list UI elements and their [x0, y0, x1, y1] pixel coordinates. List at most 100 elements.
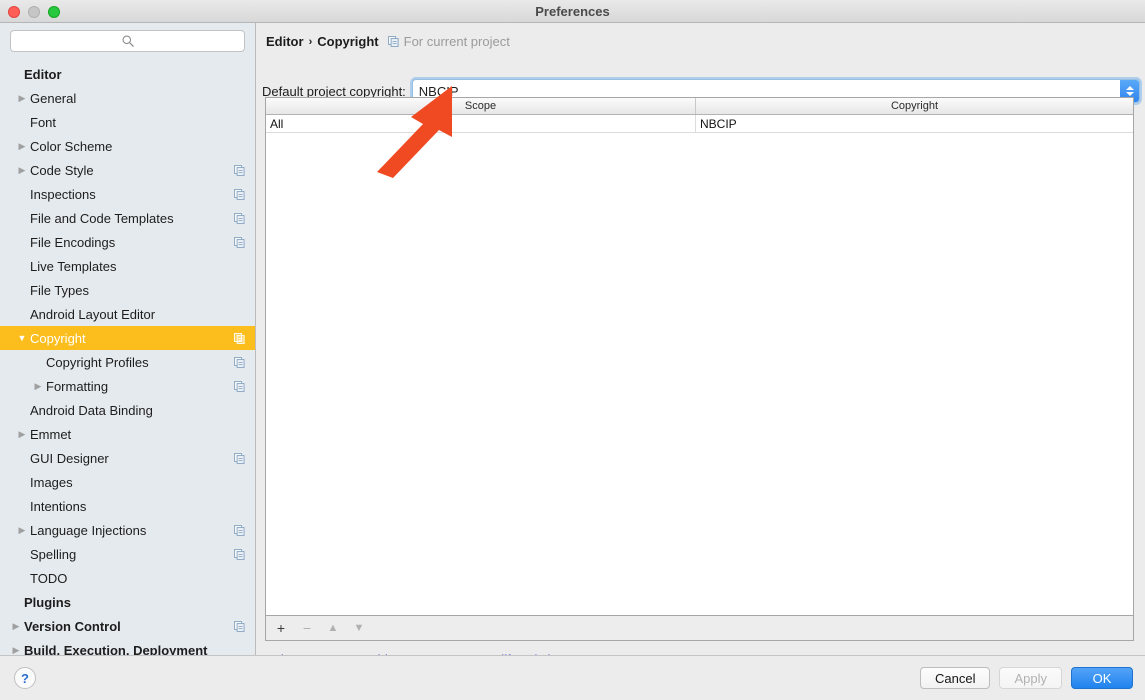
sidebar-item-live-templates[interactable]: Live Templates: [0, 254, 255, 278]
chevron-right-icon[interactable]: ▶: [14, 429, 30, 440]
sidebar-item-label: Images: [30, 474, 73, 490]
chevron-right-icon[interactable]: ▶: [8, 645, 24, 656]
sidebar-item-label: Inspections: [30, 186, 96, 202]
breadcrumb: Editor › Copyright For current project: [266, 34, 510, 49]
sidebar-item-label: Plugins: [24, 594, 71, 610]
sidebar-item-android-data-binding[interactable]: Android Data Binding: [0, 398, 255, 422]
preferences-window: Preferences Editor ▶ General Font ▶ Color Sch…: [0, 0, 1145, 700]
sidebar-item-label: TODO: [30, 570, 68, 586]
sidebar-item-version-control[interactable]: ▶ Version Control: [0, 614, 255, 638]
chevron-right-icon[interactable]: ▶: [14, 525, 30, 536]
sidebar-item-file-encodings[interactable]: File Encodings: [0, 230, 255, 254]
sidebar-item-label: File and Code Templates: [30, 210, 174, 226]
sidebar-item-build-execution-deployment[interactable]: ▶ Build, Execution, Deployment: [0, 638, 255, 656]
chevron-right-icon[interactable]: ▶: [8, 621, 24, 632]
chevron-right-icon[interactable]: ▶: [14, 93, 30, 104]
window-titlebar: Preferences: [0, 0, 1145, 23]
sidebar-item-label: Font: [30, 114, 57, 130]
sidebar-item-spelling[interactable]: Spelling: [0, 542, 255, 566]
copy-scope-icon: [234, 524, 245, 536]
sidebar-item-file-types[interactable]: File Types: [0, 278, 255, 302]
copy-scope-icon: [234, 548, 245, 560]
remove-scope-button[interactable]: −: [300, 621, 314, 635]
settings-sidebar: Editor ▶ General Font ▶ Color Scheme ▶ Code Sty…: [0, 23, 256, 655]
copy-scope-icon: [234, 236, 245, 248]
ok-button[interactable]: OK: [1071, 667, 1133, 689]
sidebar-item-file-and-code-templates[interactable]: File and Code Templates: [0, 206, 255, 230]
copy-scope-icon: [234, 620, 245, 632]
dialog-footer: ? Cancel Apply OK: [0, 655, 1145, 700]
chevron-down-icon[interactable]: ▼: [14, 333, 30, 343]
cell-copyright[interactable]: NBCIP: [696, 115, 1133, 132]
breadcrumb-note: For current project: [403, 34, 510, 49]
chevron-right-icon[interactable]: ▶: [30, 381, 46, 392]
sidebar-item-copyright[interactable]: ▼ Copyright: [0, 326, 255, 350]
sidebar-item-images[interactable]: Images: [0, 470, 255, 494]
move-down-button[interactable]: ▼: [352, 622, 366, 634]
sidebar-item-label: Language Injections: [30, 522, 147, 538]
sidebar-item-label: Build, Execution, Deployment: [24, 642, 208, 656]
copyright-settings-pane: Editor › Copyright For current project D…: [257, 23, 1145, 667]
sidebar-item-label: Android Data Binding: [30, 402, 153, 418]
sidebar-item-formatting[interactable]: ▶ Formatting: [0, 374, 255, 398]
sidebar-item-inspections[interactable]: Inspections: [0, 182, 255, 206]
sidebar-item-label: Emmet: [30, 426, 72, 442]
sidebar-item-editor[interactable]: Editor: [0, 62, 255, 86]
window-title: Preferences: [535, 4, 610, 19]
sidebar-item-label: Color Scheme: [30, 138, 113, 154]
sidebar-item-general[interactable]: ▶ General: [0, 86, 255, 110]
sidebar-item-label: File Types: [30, 282, 90, 298]
scopes-table-toolbar: + − ▲ ▼: [265, 616, 1134, 641]
table-row[interactable]: All NBCIP: [266, 115, 1133, 133]
cell-scope[interactable]: All: [266, 115, 696, 132]
sidebar-item-label: Code Style: [30, 162, 94, 178]
copy-scope-icon: [234, 188, 245, 200]
apply-button[interactable]: Apply: [999, 667, 1062, 689]
sidebar-item-label: Android Layout Editor: [30, 306, 156, 322]
copy-scope-icon: [234, 164, 245, 176]
chevron-right-icon[interactable]: ▶: [14, 165, 30, 176]
sidebar-item-label: Intentions: [30, 498, 87, 514]
chevron-right-icon[interactable]: ▶: [14, 141, 30, 152]
sidebar-item-label: Copyright: [30, 330, 86, 346]
sidebar-item-intentions[interactable]: Intentions: [0, 494, 255, 518]
table-body: All NBCIP: [266, 115, 1133, 133]
sidebar-item-copyright-profiles[interactable]: Copyright Profiles: [0, 350, 255, 374]
copy-scope-icon: [234, 332, 245, 344]
scopes-table[interactable]: Scope Copyright All NBCIP: [265, 97, 1134, 616]
sidebar-item-label: File Encodings: [30, 234, 116, 250]
move-up-button[interactable]: ▲: [326, 622, 340, 634]
sidebar-item-label: GUI Designer: [30, 450, 109, 466]
copy-scope-icon: [234, 356, 245, 368]
search-field[interactable]: [10, 30, 245, 52]
search-container: [0, 23, 255, 58]
sidebar-item-todo[interactable]: TODO: [0, 566, 255, 590]
table-header-row: Scope Copyright: [266, 98, 1133, 115]
sidebar-item-label: Editor: [24, 66, 62, 82]
sidebar-item-label: Copyright Profiles: [46, 354, 149, 370]
sidebar-item-label: Live Templates: [30, 258, 117, 274]
copy-scope-icon: [234, 212, 245, 224]
settings-tree: Editor ▶ General Font ▶ Color Scheme ▶ Code Sty…: [0, 58, 255, 655]
cancel-button[interactable]: Cancel: [920, 667, 991, 689]
sidebar-item-gui-designer[interactable]: GUI Designer: [0, 446, 255, 470]
copy-scope-icon: [234, 380, 245, 392]
sidebar-item-code-style[interactable]: ▶ Code Style: [0, 158, 255, 182]
sidebar-item-font[interactable]: Font: [0, 110, 255, 134]
sidebar-item-plugins[interactable]: Plugins: [0, 590, 255, 614]
copy-scope-icon: [387, 36, 399, 47]
sidebar-item-android-layout-editor[interactable]: Android Layout Editor: [0, 302, 255, 326]
sidebar-item-color-scheme[interactable]: ▶ Color Scheme: [0, 134, 255, 158]
column-header-copyright[interactable]: Copyright: [696, 98, 1133, 114]
sidebar-item-label: General: [30, 90, 77, 106]
column-header-scope[interactable]: Scope: [266, 98, 696, 114]
help-button[interactable]: ?: [14, 667, 36, 689]
sidebar-item-emmet[interactable]: ▶ Emmet: [0, 422, 255, 446]
breadcrumb-separator: ›: [308, 35, 313, 48]
search-input[interactable]: [11, 31, 244, 51]
dialog-buttons: Cancel Apply OK: [920, 667, 1133, 689]
sidebar-item-label: Version Control: [24, 618, 121, 634]
breadcrumb-parent[interactable]: Editor: [266, 34, 304, 49]
add-scope-button[interactable]: +: [274, 621, 288, 635]
sidebar-item-language-injections[interactable]: ▶ Language Injections: [0, 518, 255, 542]
